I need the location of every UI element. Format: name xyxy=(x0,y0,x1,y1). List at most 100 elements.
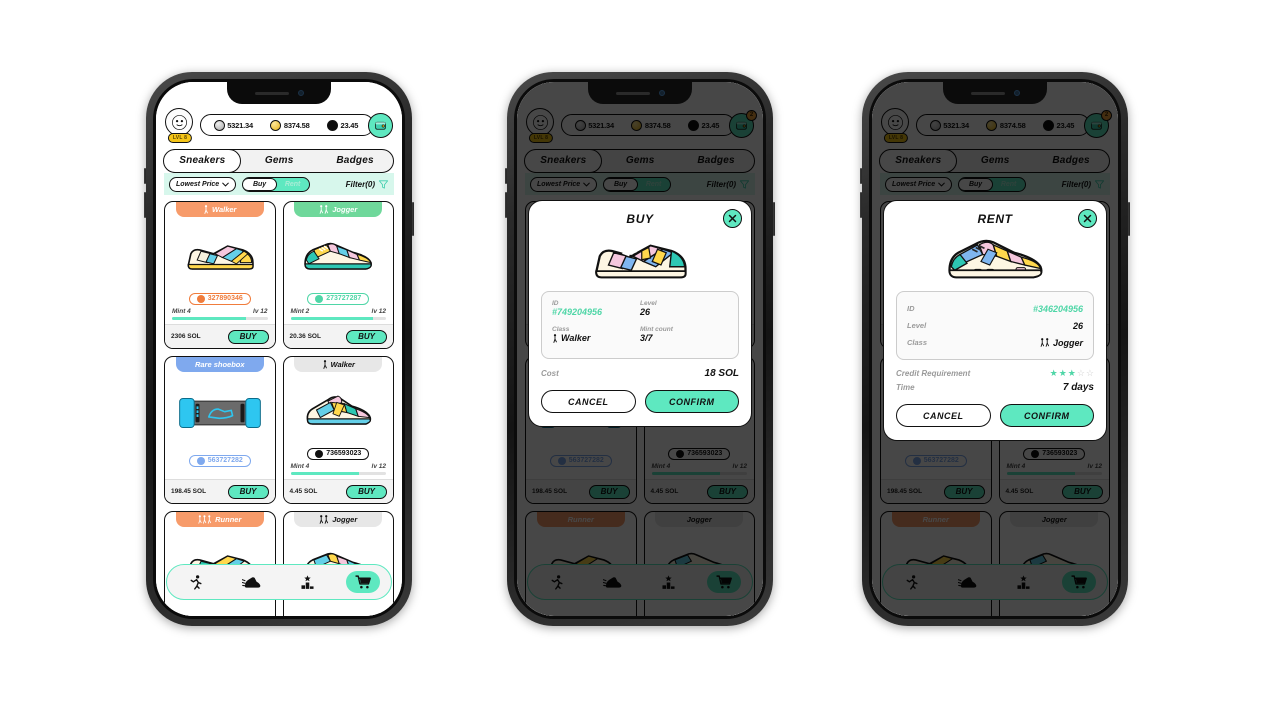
sort-dropdown[interactable]: Lowest Price xyxy=(169,176,237,192)
gold-value: 8374.58 xyxy=(283,120,310,130)
buy-button[interactable]: BUY xyxy=(346,329,387,344)
avatar-glyph-icon xyxy=(171,114,187,130)
tab-badges[interactable]: Badges xyxy=(317,156,393,166)
tab-gems[interactable]: Gems xyxy=(241,156,317,166)
card-footer: 4.45 SOL BUY xyxy=(283,479,393,503)
currency-sol[interactable]: 23.45 xyxy=(326,119,358,131)
power-button[interactable] xyxy=(773,202,775,236)
volume-up-button[interactable] xyxy=(505,168,507,184)
cost-label: Cost xyxy=(541,369,559,378)
info-cell-id: ID #749204956 xyxy=(552,300,640,324)
buy-button[interactable]: BUY xyxy=(227,329,269,344)
card-footer: 20.36 SOL BUY xyxy=(283,324,393,348)
info-value-level: 26 xyxy=(640,307,651,317)
nav-item-cart[interactable] xyxy=(346,571,380,593)
buy-rent-toggle[interactable]: Buy Rent xyxy=(242,176,311,192)
star-filled-icon: ★ xyxy=(1049,368,1058,378)
runner-icon xyxy=(190,574,202,590)
currency-silver[interactable]: 5321.34 xyxy=(213,119,253,131)
front-camera xyxy=(297,90,304,96)
tab-sneakers[interactable]: Sneakers xyxy=(163,149,242,173)
time-row: Time 7 days xyxy=(896,382,1094,393)
buy-button[interactable]: BUY xyxy=(227,484,269,499)
close-icon xyxy=(728,214,737,223)
filter-label: Filter(0) xyxy=(345,179,375,189)
item-info-grid: ID #749204956 Level 26 Class Walker Mint… xyxy=(552,300,728,350)
info-row-level: Level 26 xyxy=(907,317,1083,334)
card-class-label: Rare shoebox xyxy=(194,360,245,369)
card-id-pill: 273727287 xyxy=(307,292,370,305)
volume-up-button[interactable] xyxy=(860,168,862,184)
list-item[interactable]: Walker xyxy=(164,201,276,349)
info-row-id: ID #346204956 xyxy=(907,300,1083,317)
info-cell-level: Level 26 xyxy=(640,300,728,324)
card-price: 198.45 SOL xyxy=(171,488,207,495)
walker-icon xyxy=(553,333,557,343)
currency-gold[interactable]: 8374.58 xyxy=(270,119,310,131)
list-item[interactable]: Walker xyxy=(282,356,394,504)
nav-item-run[interactable] xyxy=(178,571,212,593)
info-value-mint-count: 3/7 xyxy=(640,333,653,343)
card-class-label: Walker xyxy=(212,205,237,214)
screenshot-stage: LVL 8 5321.34 8374.58 23.45 Sneakers Gem… xyxy=(0,0,1280,720)
avatar[interactable]: LVL 8 xyxy=(165,108,195,143)
card-id: 736593023 xyxy=(326,450,362,457)
list-item[interactable]: Rare shoebox 563727282 198.45 SOL BUY xyxy=(164,356,276,504)
info-value-id: #346204956 xyxy=(1032,303,1083,314)
walker-icon xyxy=(322,360,327,369)
card-meta: Mint 4 lv 12 xyxy=(284,463,394,470)
nav-item-sneaker[interactable] xyxy=(234,571,268,593)
nav-item-leaderboard[interactable] xyxy=(290,571,324,593)
phone-notch xyxy=(227,82,331,104)
modal-actions: CANCEL CONFIRM xyxy=(541,390,739,413)
card-class-banner: Walker xyxy=(294,357,383,372)
volume-up-button[interactable] xyxy=(144,168,146,184)
card-progress-bar xyxy=(290,471,386,475)
earpiece-speaker xyxy=(254,91,289,95)
cancel-button[interactable]: CANCEL xyxy=(896,404,991,427)
close-button[interactable] xyxy=(1078,209,1097,228)
walker-icon xyxy=(204,205,208,214)
card-mint: Mint 4 xyxy=(172,307,191,315)
card-mint: Mint 4 xyxy=(290,462,310,470)
confirm-button[interactable]: CONFIRM xyxy=(644,390,739,413)
jogger-icon xyxy=(319,515,329,524)
bottom-nav xyxy=(166,564,392,600)
list-item[interactable]: Jogger xyxy=(282,201,394,349)
info-cell-mint: Mint count 3/7 xyxy=(640,326,728,350)
item-info-box: ID #346204956 Level 26 Class Jogger xyxy=(896,291,1094,360)
sneaker-icon xyxy=(241,576,260,588)
phone-browse: LVL 8 5321.34 8374.58 23.45 Sneakers Gem… xyxy=(144,72,414,626)
modal-title: RENT xyxy=(977,212,1013,226)
buy-button[interactable]: BUY xyxy=(346,484,387,499)
volume-down-button[interactable] xyxy=(505,192,507,218)
modal-shoe-art xyxy=(896,229,1094,287)
confirm-button[interactable]: CONFIRM xyxy=(999,404,1094,427)
jogger-icon xyxy=(319,205,329,214)
info-value-id: #749204956 xyxy=(552,307,603,317)
gold-coin-icon xyxy=(270,119,282,131)
info-value-class-text: Walker xyxy=(561,333,591,343)
toggle-buy[interactable]: Buy xyxy=(243,177,278,191)
category-tabs: Sneakers Gems Badges xyxy=(163,149,394,173)
volume-down-button[interactable] xyxy=(860,192,862,218)
volume-down-button[interactable] xyxy=(144,192,146,218)
sort-dropdown-label: Lowest Price xyxy=(176,180,220,188)
info-label-mint-count: Mint count xyxy=(640,326,673,333)
filter-button[interactable]: Filter(0) xyxy=(346,179,389,190)
cancel-button[interactable]: CANCEL xyxy=(541,390,636,413)
phone-buy-modal: LVL 8 5321.34 8374.58 23.45 xyxy=(505,72,775,626)
card-class-banner: Rare shoebox xyxy=(175,357,264,372)
power-button[interactable] xyxy=(1128,202,1130,236)
shoe-low-top-icon xyxy=(595,244,687,279)
info-value-level: 26 xyxy=(1072,320,1083,331)
power-button[interactable] xyxy=(412,202,414,236)
card-id-pill: 327890346 xyxy=(188,292,251,305)
wallet-button[interactable]: 2 xyxy=(368,112,393,138)
toggle-rent[interactable]: Rent xyxy=(276,178,309,191)
info-row-class: Class Jogger xyxy=(907,334,1083,351)
shoe-runner-icon xyxy=(948,239,1043,279)
info-value-class-text: Jogger xyxy=(1052,337,1083,348)
card-class-label: Jogger xyxy=(332,515,358,524)
close-button[interactable] xyxy=(723,209,742,228)
